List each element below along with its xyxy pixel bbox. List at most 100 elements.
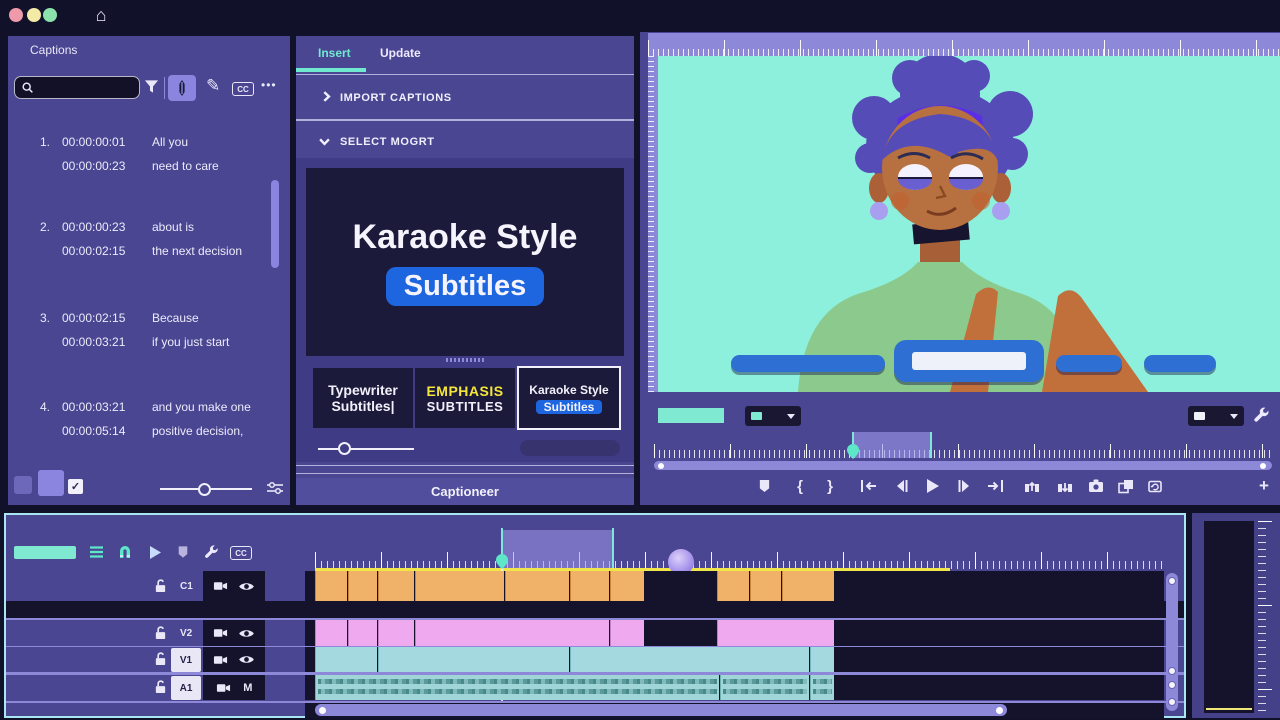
clip-segment-c1[interactable] [717,571,749,601]
clip-segment-v2[interactable] [415,620,609,646]
timeline-playhead[interactable] [496,554,508,569]
edit-pencil-icon[interactable]: ✎ [206,76,220,96]
monitor-playhead[interactable] [847,444,859,459]
mark-in-icon[interactable]: { [790,476,810,496]
eye-icon[interactable] [238,654,255,665]
subtitle-active-word-box[interactable] [894,340,1044,382]
subtitle-bar[interactable] [1144,355,1216,372]
caption-checkbox[interactable]: ✓ [68,479,83,494]
playback-quality-dropdown[interactable] [1188,406,1244,426]
clip-segment-c1[interactable] [505,571,569,601]
lock-icon[interactable] [154,679,167,695]
lock-icon[interactable] [154,578,167,594]
styles-scrollbar[interactable] [520,440,620,456]
track-sync-icon[interactable] [216,682,231,694]
clip-segment-v1[interactable] [570,647,809,672]
video-preview[interactable] [658,56,1280,392]
clip-segment-v2[interactable] [610,620,644,646]
subtitle-bar[interactable] [1056,355,1122,372]
chevron-down-icon[interactable] [319,136,330,147]
track-target-a1[interactable]: A1 [171,676,201,700]
clip-segment-c1[interactable] [610,571,644,601]
clip-segment-a1[interactable] [720,675,809,700]
clip-segment-v2[interactable] [717,620,834,646]
clip-segment-c1[interactable] [315,571,347,601]
timeline-settings-wrench-icon[interactable] [201,542,221,562]
resolution-dropdown[interactable] [745,406,801,426]
captions-track-cc-icon[interactable]: CC [230,546,252,560]
step-back-icon[interactable] [891,476,911,496]
monitor-loop-range[interactable] [853,432,932,458]
clip-segment-v2[interactable] [348,620,377,646]
work-area-highlight[interactable] [502,530,614,568]
filter-icon[interactable] [144,78,159,95]
clip-segment-v1[interactable] [378,647,569,672]
settings-sliders-icon[interactable] [266,480,284,496]
caption-text[interactable]: Because if you just start [152,306,229,354]
empty-track-strip[interactable] [6,601,1184,619]
mute-button[interactable]: M [243,682,252,694]
style-zoom-slider-knob[interactable] [338,442,351,455]
window-close-button[interactable] [9,8,23,22]
extract-icon[interactable] [1055,476,1075,496]
lock-icon[interactable] [154,625,167,641]
track-lane-v2[interactable] [305,620,1164,646]
caption-text-tool-button[interactable] [168,75,196,101]
go-to-in-icon[interactable] [858,476,878,496]
monitor-ruler-horizontal[interactable] [648,33,1280,56]
clip-segment-v1[interactable] [810,647,834,672]
track-target-v1[interactable]: V1 [171,648,201,672]
caption-text[interactable]: All you need to care [152,130,219,178]
caption-view-small-button[interactable] [14,476,32,494]
go-to-out-icon[interactable] [985,476,1005,496]
caption-view-large-button[interactable] [38,470,64,496]
clip-segment-a1[interactable] [315,675,719,700]
monitor-mini-timeline[interactable] [654,442,1274,458]
subtitle-bar[interactable] [731,355,885,372]
clip-segment-c1[interactable] [415,571,504,601]
eye-icon[interactable] [238,581,255,592]
cc-icon[interactable]: CC [232,82,254,96]
sequence-menu-icon[interactable] [86,542,106,562]
clip-segment-v2[interactable] [378,620,414,646]
style-thumb-typewriter[interactable]: Typewriter Subtitles| [313,368,413,428]
track-lane-c1[interactable] [305,571,1164,601]
lock-icon[interactable] [154,651,167,667]
track-label-v2[interactable]: V2 [180,628,192,639]
play-icon[interactable] [923,476,943,496]
monitor-ruler-vertical[interactable] [648,56,658,392]
clip-segment-c1[interactable] [348,571,377,601]
tab-update[interactable]: Update [380,46,421,60]
chevron-right-icon[interactable] [321,91,332,102]
track-sync-icon[interactable] [213,654,228,666]
multicam-toggle-icon[interactable] [1145,476,1165,496]
clip-segment-c1[interactable] [782,571,834,601]
more-options-icon[interactable]: ••• [261,78,277,92]
tab-insert[interactable]: Insert [318,46,351,60]
style-thumb-emphasis[interactable]: EMPHASIS SUBTITLES [415,368,515,428]
export-frame-icon[interactable] [1086,476,1106,496]
style-zoom-slider-track[interactable] [318,448,414,450]
button-editor-plus-icon[interactable]: + [1254,476,1274,496]
captions-scrollbar[interactable] [271,180,279,268]
clip-segment-v2[interactable] [315,620,347,646]
monitor-scrollbar[interactable] [654,461,1272,470]
mark-out-icon[interactable]: } [820,476,840,496]
track-lane-a1[interactable] [305,675,1164,700]
track-label-c1[interactable]: C1 [180,581,193,592]
search-input[interactable] [14,76,140,99]
timeline-hscroll-thumb[interactable] [315,704,1007,716]
window-minimize-button[interactable] [27,8,41,22]
timeline-ruler[interactable] [315,545,1162,569]
clip-segment-a1[interactable] [810,675,834,700]
step-forward-icon[interactable] [954,476,974,496]
marker-icon[interactable] [173,542,193,562]
mogrt-preview[interactable]: Karaoke Style Subtitles [306,168,624,356]
clip-segment-c1[interactable] [750,571,781,601]
home-icon[interactable]: ⌂ [90,4,112,26]
clip-segment-v1[interactable] [315,647,377,672]
track-lane-v1[interactable] [305,647,1164,672]
zoom-slider-knob[interactable] [198,483,211,496]
clip-segment-c1[interactable] [378,571,414,601]
track-sync-icon[interactable] [213,580,228,592]
